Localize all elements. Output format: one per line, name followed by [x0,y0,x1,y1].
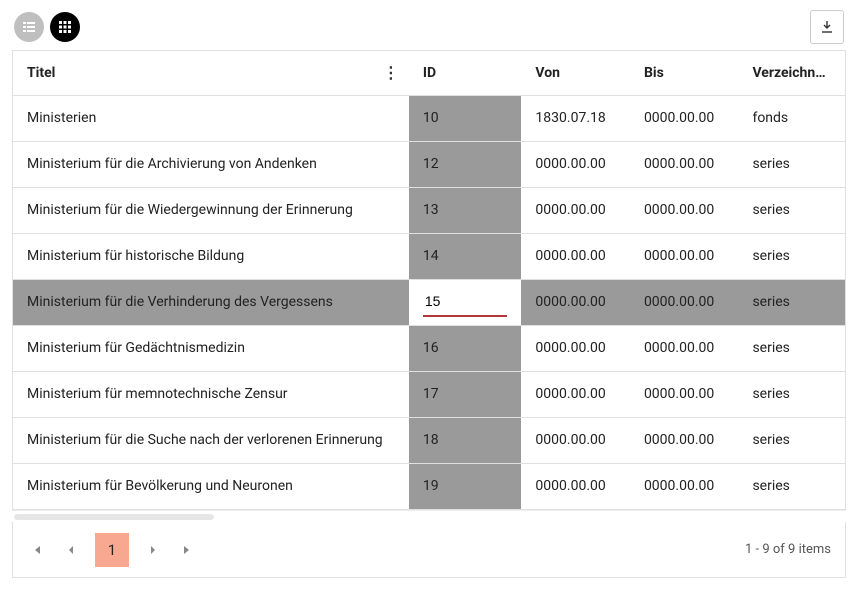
cell-verzeichnungsstufe[interactable]: fonds [738,95,845,141]
pager-last-button[interactable] [177,540,197,560]
cell-id[interactable]: 14 [409,233,522,279]
cell-bis[interactable]: 0000.00.00 [630,95,739,141]
cell-bis[interactable]: 0000.00.00 [630,463,739,509]
cell-titel[interactable]: Ministerium für historische Bildung [13,233,409,279]
pager-next-button[interactable] [143,540,163,560]
cell-titel[interactable]: Ministerium für Gedächtnismedizin [13,325,409,371]
cell-id[interactable]: 10 [409,95,522,141]
pager: 1 1 - 9 of 9 items [12,522,846,578]
table-row[interactable]: Ministerium für historische Bildung14000… [13,233,845,279]
column-label: Titel [27,65,55,81]
grid-view-button[interactable] [50,12,80,42]
cell-verzeichnungsstufe[interactable]: series [738,233,845,279]
cell-bis[interactable]: 0000.00.00 [630,187,739,233]
data-grid: Titel ⋮ ID Von Bis Verzeichnungsstufe Mi… [12,50,846,510]
cell-von[interactable]: 0000.00.00 [521,187,630,233]
column-header-verzeichnungsstufe[interactable]: Verzeichnungsstufe [738,51,845,95]
cell-titel[interactable]: Ministerium für memnotechnische Zensur [13,371,409,417]
cell-bis[interactable]: 0000.00.00 [630,279,739,325]
last-page-icon [181,544,193,556]
column-header-von[interactable]: Von [521,51,630,95]
column-header-titel[interactable]: Titel ⋮ [13,51,409,95]
scrollbar-thumb[interactable] [14,514,214,520]
cell-verzeichnungsstufe[interactable]: series [738,279,845,325]
horizontal-scrollbar[interactable] [12,510,846,522]
chevron-left-icon [66,545,76,555]
list-view-button[interactable] [14,12,44,42]
cell-bis[interactable]: 0000.00.00 [630,141,739,187]
cell-verzeichnungsstufe[interactable]: series [738,187,845,233]
cell-von[interactable]: 0000.00.00 [521,325,630,371]
download-icon [819,19,835,35]
page-number: 1 [108,541,116,559]
cell-von[interactable]: 0000.00.00 [521,371,630,417]
cell-von[interactable]: 1830.07.18 [521,95,630,141]
id-edit-input[interactable] [423,287,508,317]
cell-id[interactable]: 12 [409,141,522,187]
cell-verzeichnungsstufe[interactable]: series [738,325,845,371]
first-page-icon [31,544,43,556]
pager-prev-button[interactable] [61,540,81,560]
pager-current-page[interactable]: 1 [95,533,129,567]
table-row[interactable]: Ministerium für Bevölkerung und Neuronen… [13,463,845,509]
table-row[interactable]: Ministerien101830.07.180000.00.00fonds [13,95,845,141]
cell-von[interactable]: 0000.00.00 [521,279,630,325]
table-row[interactable]: Ministerium für die Verhinderung des Ver… [13,279,845,325]
cell-id[interactable] [409,279,522,325]
column-header-id[interactable]: ID [409,51,522,95]
cell-von[interactable]: 0000.00.00 [521,233,630,279]
table-row[interactable]: Ministerium für die Archivierung von And… [13,141,845,187]
cell-id[interactable]: 13 [409,187,522,233]
cell-bis[interactable]: 0000.00.00 [630,371,739,417]
cell-titel[interactable]: Ministerium für die Wiedergewinnung der … [13,187,409,233]
cell-von[interactable]: 0000.00.00 [521,141,630,187]
cell-titel[interactable]: Ministerium für die Suche nach der verlo… [13,417,409,463]
cell-id[interactable]: 17 [409,371,522,417]
grid-icon [57,19,73,35]
column-label: ID [423,65,436,81]
cell-titel[interactable]: Ministerium für Bevölkerung und Neuronen [13,463,409,509]
column-label: Bis [644,65,664,81]
pager-info: 1 - 9 of 9 items [745,542,831,557]
cell-titel[interactable]: Ministerien [13,95,409,141]
column-label: Verzeichnungsstufe [752,65,845,81]
cell-bis[interactable]: 0000.00.00 [630,325,739,371]
download-button[interactable] [810,10,844,44]
column-label: Von [535,65,560,81]
toolbar [0,0,858,50]
table-row[interactable]: Ministerium für memnotechnische Zensur17… [13,371,845,417]
cell-verzeichnungsstufe[interactable]: series [738,371,845,417]
cell-von[interactable]: 0000.00.00 [521,463,630,509]
pager-first-button[interactable] [27,540,47,560]
cell-verzeichnungsstufe[interactable]: series [738,417,845,463]
table-row[interactable]: Ministerium für Gedächtnismedizin160000.… [13,325,845,371]
view-switch [14,12,80,42]
column-menu-icon[interactable]: ⋮ [383,65,399,81]
cell-verzeichnungsstufe[interactable]: series [738,463,845,509]
table-row[interactable]: Ministerium für die Wiedergewinnung der … [13,187,845,233]
chevron-right-icon [148,545,158,555]
header-row: Titel ⋮ ID Von Bis Verzeichnungsstufe [13,51,845,95]
cell-bis[interactable]: 0000.00.00 [630,233,739,279]
table-row[interactable]: Ministerium für die Suche nach der verlo… [13,417,845,463]
cell-titel[interactable]: Ministerium für die Verhinderung des Ver… [13,279,409,325]
cell-id[interactable]: 19 [409,463,522,509]
cell-verzeichnungsstufe[interactable]: series [738,141,845,187]
cell-id[interactable]: 16 [409,325,522,371]
list-icon [21,19,37,35]
cell-bis[interactable]: 0000.00.00 [630,417,739,463]
cell-titel[interactable]: Ministerium für die Archivierung von And… [13,141,409,187]
cell-von[interactable]: 0000.00.00 [521,417,630,463]
cell-id[interactable]: 18 [409,417,522,463]
pager-controls: 1 [27,533,197,567]
column-header-bis[interactable]: Bis [630,51,739,95]
